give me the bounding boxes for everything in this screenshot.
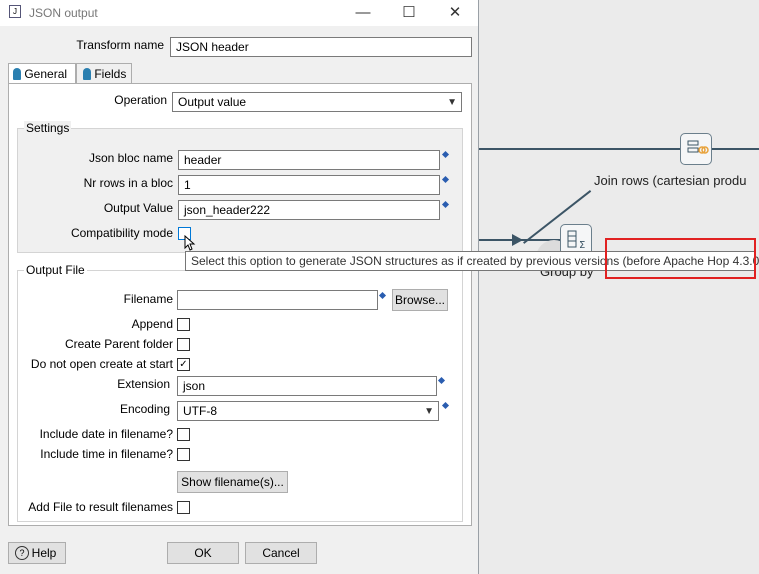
help-label: Help bbox=[31, 546, 57, 560]
tab-fields-label: Fields bbox=[94, 67, 127, 81]
add-file-label: Add File to result filenames bbox=[28, 500, 173, 514]
hop-line-right bbox=[710, 148, 759, 150]
show-filenames-button[interactable]: Show filename(s)... bbox=[177, 471, 288, 493]
include-time-label: Include time in filename? bbox=[40, 447, 173, 461]
create-parent-checkbox[interactable] bbox=[177, 338, 190, 351]
append-label: Append bbox=[131, 317, 173, 331]
do-not-open-label: Do not open create at start bbox=[30, 357, 173, 371]
filename-input[interactable] bbox=[177, 290, 378, 310]
help-icon: ? bbox=[15, 546, 29, 560]
maximize-button[interactable]: ☐ bbox=[386, 0, 432, 26]
create-parent-label: Create Parent folder bbox=[64, 337, 173, 351]
general-tab-icon bbox=[13, 68, 21, 80]
include-date-label: Include date in filename? bbox=[39, 427, 173, 441]
window-title: JSON output bbox=[29, 6, 98, 20]
close-button[interactable]: ✕ bbox=[432, 0, 478, 26]
nr-rows-input[interactable]: 1 bbox=[178, 175, 440, 195]
json-bloc-name-label: Json bloc name bbox=[88, 151, 173, 165]
json-output-icon: J bbox=[9, 5, 21, 18]
fields-tab-icon bbox=[83, 68, 91, 80]
nr-rows-label: Nr rows in a bloc bbox=[83, 176, 173, 190]
operation-value: Output value bbox=[178, 95, 247, 109]
minimize-button[interactable]: — bbox=[340, 0, 386, 26]
output-value-input[interactable]: json_header222 bbox=[178, 200, 440, 220]
output-value-label: Output Value bbox=[103, 201, 173, 215]
do-not-open-checkbox[interactable]: ✓ bbox=[177, 358, 190, 371]
chevron-down-icon: ▼ bbox=[447, 97, 457, 108]
add-file-checkbox[interactable] bbox=[177, 501, 190, 514]
tab-general[interactable]: General bbox=[8, 63, 76, 84]
operation-label: Operation bbox=[114, 93, 167, 107]
extension-label: Extension bbox=[117, 377, 170, 391]
extension-input[interactable]: json bbox=[177, 376, 437, 396]
transform-name-label: Transform name bbox=[76, 38, 164, 52]
json-bloc-name-input[interactable]: header bbox=[178, 150, 440, 170]
hop-line-top bbox=[478, 148, 680, 150]
include-time-checkbox[interactable] bbox=[177, 448, 190, 461]
output-file-title: Output File bbox=[24, 263, 87, 277]
pipeline-canvas[interactable]: Join rows (cartesian produ Σ Group by bbox=[478, 0, 759, 574]
tab-fields[interactable]: Fields bbox=[76, 63, 132, 84]
operation-select[interactable]: Output value ▼ bbox=[172, 92, 462, 112]
encoding-select[interactable]: UTF-8 ▼ bbox=[177, 401, 439, 421]
filename-label: Filename bbox=[123, 292, 173, 306]
chevron-down-icon: ▼ bbox=[424, 406, 434, 417]
join-rows-label: Join rows (cartesian produ bbox=[594, 173, 747, 188]
settings-title: Settings bbox=[24, 121, 72, 135]
browse-button[interactable]: Browse... bbox=[392, 289, 448, 311]
include-date-checkbox[interactable] bbox=[177, 428, 190, 441]
encoding-value: UTF-8 bbox=[183, 404, 217, 418]
compat-mode-label: Compatibility mode bbox=[70, 226, 173, 240]
cancel-button[interactable]: Cancel bbox=[245, 542, 317, 564]
help-button[interactable]: ? Help bbox=[8, 542, 66, 564]
highlight-box bbox=[605, 238, 756, 279]
encoding-label: Encoding bbox=[119, 402, 170, 416]
svg-text:Σ: Σ bbox=[579, 240, 585, 251]
transform-name-input[interactable]: JSON header bbox=[170, 37, 472, 57]
ok-button[interactable]: OK bbox=[167, 542, 239, 564]
title-bar: J JSON output — ☐ ✕ bbox=[0, 0, 478, 26]
json-output-dialog: J JSON output — ☐ ✕ Transform name JSON … bbox=[0, 0, 479, 574]
hop-arrow-icon bbox=[512, 234, 523, 246]
tab-general-label: General bbox=[24, 67, 68, 81]
join-rows-icon[interactable] bbox=[680, 133, 712, 165]
append-checkbox[interactable] bbox=[177, 318, 190, 331]
